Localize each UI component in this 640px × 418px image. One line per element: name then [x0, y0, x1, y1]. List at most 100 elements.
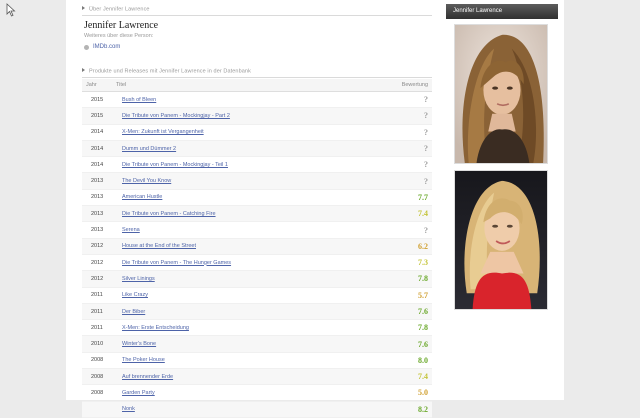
films-table: Jahr Titel Bewertung 2015 Bush of Bleen? 2…: [82, 79, 432, 418]
film-year: [82, 401, 112, 418]
film-year: 2012: [82, 254, 112, 272]
film-year: 2013: [82, 221, 112, 239]
table-row[interactable]: 2010 Winter's Bone 7.6: [82, 335, 432, 353]
mouse-cursor-icon: [6, 3, 16, 17]
table-row[interactable]: 2014 Dumm und Dümmer 2?: [82, 140, 432, 158]
table-row[interactable]: 2008 The Poker House 8.0: [82, 352, 432, 370]
film-rating: ?: [382, 91, 432, 109]
table-row[interactable]: 2008 Garden Party 5.0: [82, 384, 432, 402]
films-table-body: 2015 Bush of Bleen? 2015 Die Tribute von Pa…: [82, 91, 432, 418]
table-header-row: Jahr Titel Bewertung: [82, 79, 432, 92]
film-title-link[interactable]: Die Tribute von Panem - Catching Fire: [112, 205, 382, 223]
film-rating: 7.7: [382, 189, 432, 207]
film-rating: 8.2: [382, 401, 432, 418]
film-year: 2011: [82, 319, 112, 337]
film-rating: 7.4: [382, 205, 432, 223]
film-title-link[interactable]: Serena: [112, 221, 382, 239]
table-row[interactable]: 2012 Silver Linings 7.8: [82, 270, 432, 288]
film-title-link[interactable]: X-Men: Erste Entscheidung: [112, 319, 382, 337]
imdb-link-label: IMDb.com: [93, 44, 121, 50]
table-row[interactable]: 2014 X-Men: Zukunft ist Vergangenheit?: [82, 124, 432, 141]
film-title-link[interactable]: Der Biber: [112, 303, 382, 321]
film-rating: 5.0: [382, 384, 432, 402]
film-title-link[interactable]: Nonk: [112, 401, 382, 418]
table-row[interactable]: 2008 Auf brennender Erde 7.4: [82, 368, 432, 386]
film-year: 2011: [82, 303, 112, 321]
film-title-link[interactable]: Die Tribute von Panem - Mockingjay - Par…: [112, 107, 382, 125]
portrait-image-2: [455, 171, 547, 309]
table-row[interactable]: 2013 Die Tribute von Panem - Catching Fir…: [82, 205, 432, 223]
table-row[interactable]: 2015 Die Tribute von Panem - Mockingjay -…: [82, 107, 432, 125]
film-rating: ?: [382, 221, 432, 239]
panel-header: Jennifer Lawrence: [446, 4, 558, 19]
triangle-right-icon: [82, 68, 85, 72]
film-year: 2008: [82, 368, 112, 386]
table-row[interactable]: 2011 Like Crazy 5.7: [82, 287, 432, 304]
film-year: 2013: [82, 172, 112, 190]
film-rating: ?: [382, 124, 432, 141]
film-year: 2014: [82, 140, 112, 158]
portrait-image-1: [455, 25, 547, 163]
table-row[interactable]: 2011 Der Biber 7.6: [82, 303, 432, 321]
film-year: 2013: [82, 205, 112, 223]
film-title-link[interactable]: The Devil You Know: [112, 172, 382, 190]
film-year: 2015: [82, 91, 112, 109]
film-title-link[interactable]: Die Tribute von Panem - Mockingjay - Tei…: [112, 156, 382, 174]
person-photo[interactable]: [454, 24, 548, 164]
film-year: 2014: [82, 156, 112, 174]
column-header-title[interactable]: Titel: [112, 79, 382, 92]
table-row[interactable]: 2012 Die Tribute von Panem - The Hunger G…: [82, 254, 432, 272]
film-title-link[interactable]: Garden Party: [112, 384, 382, 402]
film-title-link[interactable]: Bush of Bleen: [112, 91, 382, 109]
film-title-link[interactable]: Like Crazy: [112, 287, 382, 304]
table-row[interactable]: 2013 Serena?: [82, 221, 432, 239]
film-rating: 6.2: [382, 238, 432, 255]
table-row[interactable]: 2011 X-Men: Erste Entscheidung 7.8: [82, 319, 432, 337]
table-row[interactable]: 2013 American Hustle 7.7: [82, 189, 432, 207]
film-rating: 7.8: [382, 319, 432, 337]
breadcrumb[interactable]: Über Jennifer Lawrence: [82, 6, 432, 16]
film-title-link[interactable]: Dumm und Dümmer 2: [112, 140, 382, 158]
imdb-link[interactable]: IMDb.com: [84, 44, 120, 50]
column-header-year[interactable]: Jahr: [82, 79, 112, 92]
film-rating: 7.6: [382, 335, 432, 353]
film-rating: 5.7: [382, 287, 432, 304]
film-year: 2008: [82, 384, 112, 402]
film-year: 2012: [82, 270, 112, 288]
table-row[interactable]: 2014 Die Tribute von Panem - Mockingjay -…: [82, 156, 432, 174]
breadcrumb-label: Über Jennifer Lawrence: [89, 6, 150, 13]
film-year: 2011: [82, 287, 112, 304]
film-title-link[interactable]: Winter's Bone: [112, 335, 382, 353]
table-row[interactable]: 2012 House at the End of the Street 6.2: [82, 238, 432, 255]
film-rating: 7.3: [382, 254, 432, 272]
films-section-header[interactable]: Produkte und Releases mit Jennifer Lawre…: [82, 68, 432, 78]
film-rating: ?: [382, 172, 432, 190]
triangle-right-icon: [82, 6, 85, 10]
film-title-link[interactable]: House at the End of the Street: [112, 238, 382, 255]
film-title-link[interactable]: Silver Linings: [112, 270, 382, 288]
film-year: 2014: [82, 124, 112, 141]
column-header-rating[interactable]: Bewertung: [382, 79, 432, 92]
table-row[interactable]: 2013 The Devil You Know?: [82, 172, 432, 190]
film-title-link[interactable]: American Hustle: [112, 189, 382, 207]
film-year: 2008: [82, 352, 112, 370]
film-title-link[interactable]: Auf brennender Erde: [112, 368, 382, 386]
main-content: Über Jennifer Lawrence Jennifer Lawrence…: [66, 0, 440, 418]
film-rating: 7.8: [382, 270, 432, 288]
link-bullet-icon: [84, 44, 89, 50]
film-rating: ?: [382, 107, 432, 125]
table-row[interactable]: 2015 Bush of Bleen?: [82, 91, 432, 109]
film-rating: ?: [382, 156, 432, 174]
film-title-link[interactable]: Die Tribute von Panem - The Hunger Games: [112, 254, 382, 272]
page-title: Jennifer Lawrence: [84, 20, 159, 31]
film-rating: ?: [382, 140, 432, 158]
film-year: 2012: [82, 238, 112, 255]
film-rating: 8.0: [382, 352, 432, 370]
person-photo[interactable]: [454, 170, 548, 310]
table-row[interactable]: Nonk 8.2: [82, 401, 432, 418]
film-rating: 7.6: [382, 303, 432, 321]
film-title-link[interactable]: X-Men: Zukunft ist Vergangenheit: [112, 124, 382, 141]
film-year: 2015: [82, 107, 112, 125]
film-title-link[interactable]: The Poker House: [112, 352, 382, 370]
film-year: 2013: [82, 189, 112, 207]
